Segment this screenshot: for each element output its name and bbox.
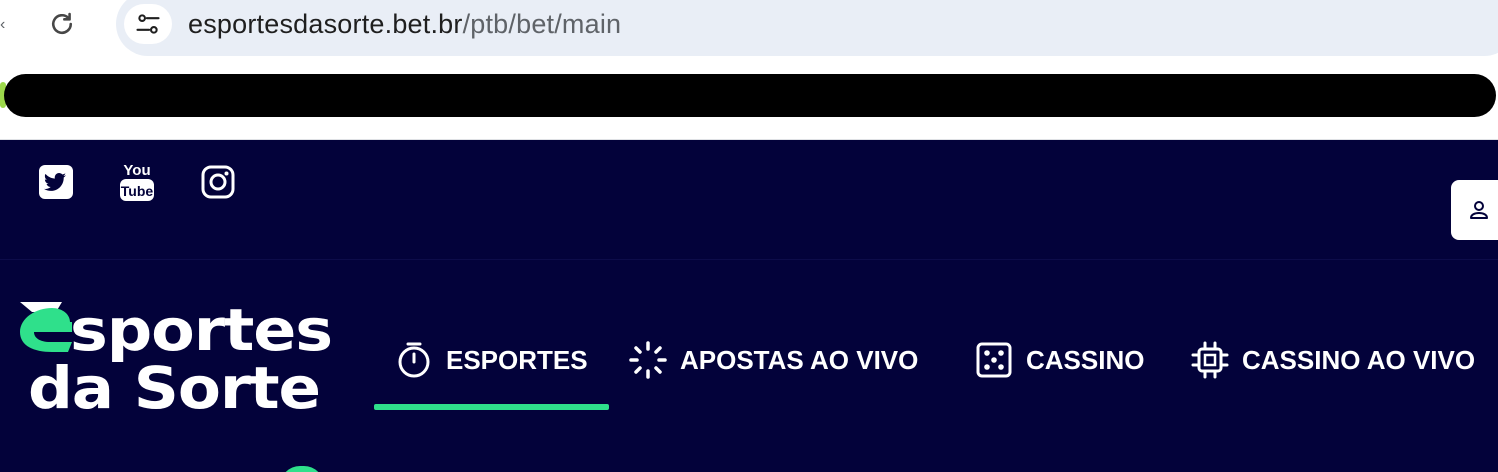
url-host: esportesdasorte.bet.br: [188, 9, 463, 39]
nav-label-esportes: ESPORTES: [446, 345, 588, 375]
url-path: /ptb/bet/main: [462, 9, 622, 39]
brand-logo[interactable]: sportes da Sorte: [12, 294, 336, 414]
instagram-link[interactable]: [198, 162, 238, 202]
active-nav-indicator: [374, 404, 609, 410]
content-peek-shape: [280, 466, 324, 472]
reload-button[interactable]: [44, 6, 80, 42]
nav-label-cassino-ao-vivo: CASSINO AO VIVO: [1242, 345, 1476, 375]
instagram-icon: [201, 165, 235, 199]
nav-label-apostas-ao-vivo: APOSTAS AO VIVO: [680, 345, 919, 375]
redacted-bookmarks-bar: [4, 74, 1496, 117]
nav-item-cassino[interactable]: CASSINO: [974, 328, 1144, 410]
back-arrow-icon[interactable]: ‹: [0, 16, 8, 34]
social-topbar: You Tube: [0, 140, 1498, 260]
youtube-text-bottom: Tube: [121, 183, 154, 199]
user-icon: [1470, 201, 1488, 219]
site-info-icon: [136, 14, 160, 34]
nav-item-esportes[interactable]: ESPORTES: [394, 328, 588, 410]
logo-accent-e: [20, 302, 72, 352]
url-text[interactable]: esportesdasorte.bet.br/ptb/bet/main: [188, 9, 621, 40]
stopwatch-icon: [394, 340, 434, 380]
youtube-link[interactable]: You Tube: [117, 162, 157, 202]
twitter-link[interactable]: [36, 162, 76, 202]
nav-item-cassino-ao-vivo[interactable]: CASSINO AO VIVO: [1190, 328, 1475, 410]
reload-icon: [52, 12, 73, 35]
nav-item-apostas-ao-vivo[interactable]: APOSTAS AO VIVO: [628, 328, 918, 410]
dice-icon: [974, 340, 1014, 380]
site-info-button[interactable]: [124, 4, 172, 44]
twitter-icon: [39, 165, 73, 199]
youtube-icon: You Tube: [120, 162, 154, 201]
youtube-text-top: You: [123, 162, 150, 179]
nav-label-cassino: CASSINO: [1026, 345, 1145, 375]
chip-icon: [1190, 340, 1230, 380]
browser-chrome: ‹ esportesdasorte.bet.br/ptb/bet/main: [0, 0, 1498, 140]
logo-line2: da Sorte: [28, 354, 320, 414]
live-burst-icon: [628, 340, 668, 380]
site-header: You Tube sportes da Sorte ESPORTES APOST…: [0, 140, 1498, 472]
account-button[interactable]: [1451, 180, 1498, 240]
